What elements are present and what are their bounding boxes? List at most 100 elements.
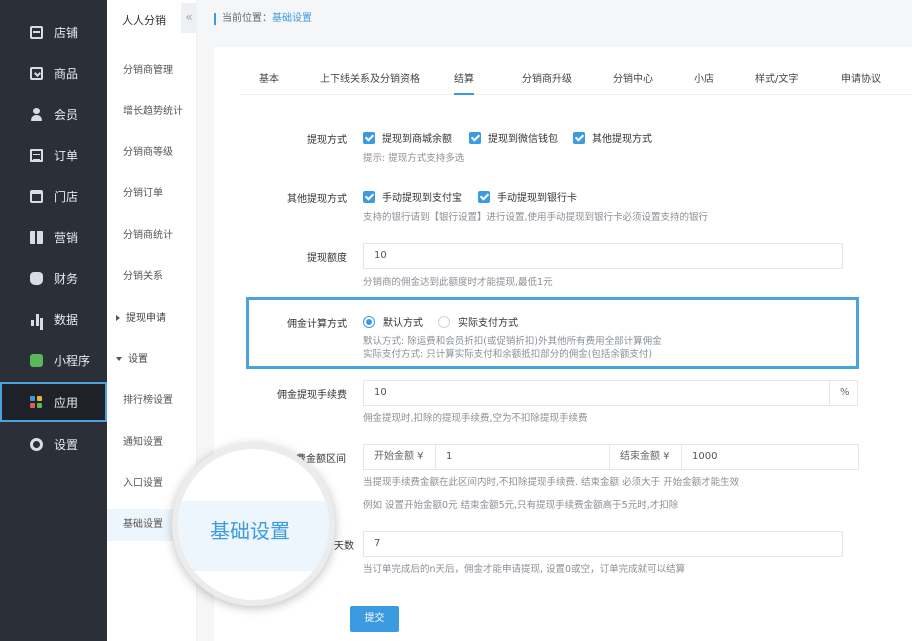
fee-range-hint: 当提现手续费金额在此区间内时,不扣除提现手续费. 结束金额 必须大于 开始金额才… (363, 477, 740, 488)
caret-right-icon (116, 315, 120, 321)
breadcrumb: 当前位置：基础设置 (214, 13, 312, 25)
submit-button[interactable]: 提交 (350, 606, 399, 632)
fee-range-example: 例如 设置开始金额0元 结束金额5元,只有提现手续费金额高于5元时,才扣除 (363, 500, 679, 511)
withdraw-to-balance-checkbox[interactable]: 提现到商城余额 (363, 130, 452, 145)
tab-basic[interactable]: 基本 (259, 67, 279, 95)
breadcrumb-current[interactable]: 基础设置 (272, 13, 312, 24)
nav-item-label: 财务 (54, 271, 79, 286)
nav-item-label: 店铺 (54, 25, 79, 40)
withdraw-limit-input[interactable]: 10 (363, 243, 843, 269)
tab-agreement[interactable]: 申请协议 (841, 67, 881, 95)
sub-item-distributor-manage[interactable]: 分销商管理 (107, 55, 197, 87)
withdraw-to-wechat-checkbox[interactable]: 提现到微信钱包 (469, 130, 558, 145)
actual-payment-radio[interactable]: 实际支付方式 (438, 314, 518, 329)
manual-alipay-checkbox[interactable]: 手动提现到支付宝 (363, 189, 462, 204)
withdraw-fee-input[interactable]: 10 (363, 380, 830, 406)
sub-item-distributor-stats[interactable]: 分销商统计 (107, 220, 197, 252)
sub-item-distributor-level[interactable]: 分销商等级 (107, 137, 197, 169)
checkbox-checked-icon (573, 131, 585, 144)
sub-item-distribution-relations[interactable]: 分销关系 (107, 261, 197, 293)
radio-selected-icon (363, 315, 375, 328)
nav-item-label: 小程序 (54, 353, 91, 368)
member-icon (30, 107, 43, 121)
settle-days-label: 天数 (334, 541, 354, 552)
tab-relations[interactable]: 上下线关系及分销资格 (320, 67, 420, 95)
checkbox-checked-icon (478, 190, 490, 203)
nav-item-label: 门店 (54, 189, 79, 204)
nav-item-apps[interactable]: 应用 (0, 382, 107, 422)
sub-item-ranking-settings[interactable]: 排行榜设置 (107, 385, 197, 417)
withdraw-fee-label: 佣金提现手续费 (277, 390, 347, 401)
checkbox-label: 其他提现方式 (592, 134, 652, 145)
collapse-sidebar-button[interactable]: « (181, 3, 197, 33)
sub-group-label: 设置 (128, 354, 148, 365)
checkbox-checked-icon (363, 131, 375, 144)
nav-item-label: 数据 (54, 312, 79, 327)
start-amount-addon: 开始金额 ¥ (363, 444, 436, 470)
withdraw-limit-hint: 分销商的佣金达到此额度时才能提现,最低1元 (363, 277, 553, 288)
nav-item-marketing[interactable]: 营销 (0, 217, 107, 257)
main-sidebar: 店铺 商品 会员 订单 门店 营销 财务 数据 小程序 应用 设置 (0, 0, 107, 641)
nav-item-label: 营销 (54, 230, 79, 245)
caret-down-icon (116, 357, 122, 361)
nav-item-data[interactable]: 数据 (0, 299, 107, 339)
nav-item-label: 会员 (54, 107, 79, 122)
nav-item-label: 应用 (54, 395, 79, 410)
commission-calc-hint-default: 默认方式: 除运费和会员折扣(或促销折扣)外其他所有费用全部计算佣金 (363, 336, 662, 347)
tab-settlement[interactable]: 结算 (454, 67, 474, 95)
checkbox-label: 手动提现到银行卡 (497, 193, 577, 204)
default-method-radio[interactable]: 默认方式 (363, 314, 423, 329)
nav-item-shop[interactable]: 门店 (0, 176, 107, 216)
other-method-label: 其他提现方式 (287, 194, 347, 205)
apps-grid-icon (30, 395, 43, 409)
nav-item-order[interactable]: 订单 (0, 135, 107, 175)
tab-style[interactable]: 样式/文字 (755, 67, 798, 95)
settle-days-hint: 当订单完成后的n天后，佣金才能申请提现, 设置0或空，订单完成就可以结算 (363, 564, 686, 575)
order-icon (30, 148, 43, 162)
sub-sidebar-title: 人人分销 (122, 14, 166, 27)
other-method-hint: 支持的银行请到【银行设置】进行设置,使用手动提现到银行卡必须设置支持的银行 (363, 212, 709, 223)
shop-icon (30, 189, 43, 203)
manual-bank-checkbox[interactable]: 手动提现到银行卡 (478, 189, 577, 204)
mini-program-icon (30, 353, 43, 367)
radio-unselected-icon (438, 315, 450, 328)
bar-chart-icon (30, 313, 43, 326)
nav-item-mini-program[interactable]: 小程序 (0, 340, 107, 380)
percent-addon: % (829, 380, 858, 406)
sub-item-notice-settings[interactable]: 通知设置 (107, 427, 197, 459)
nav-item-settings[interactable]: 设置 (0, 424, 107, 464)
end-amount-addon: 结束金额 ¥ (609, 444, 682, 470)
sub-group-label: 提现申请 (126, 313, 166, 324)
tab-bar: 基本 上下线关系及分销资格 结算 分销商升级 分销中心 小店 样式/文字 申请协… (241, 67, 912, 95)
money-bag-icon (30, 271, 43, 285)
tab-center[interactable]: 分销中心 (613, 67, 653, 95)
magnifier-text: 基础设置 (210, 519, 290, 543)
radio-label: 默认方式 (383, 318, 423, 329)
nav-item-finance[interactable]: 财务 (0, 258, 107, 298)
gift-icon (30, 230, 43, 244)
tab-upgrade[interactable]: 分销商升级 (522, 67, 572, 95)
nav-item-store[interactable]: 店铺 (0, 12, 107, 52)
nav-item-label: 设置 (54, 437, 79, 452)
nav-item-label: 订单 (54, 148, 79, 163)
sub-group-settings[interactable]: 设置 (107, 344, 197, 376)
checkbox-label: 手动提现到支付宝 (382, 193, 462, 204)
end-amount-input[interactable]: 1000 (681, 444, 859, 470)
withdraw-other-checkbox[interactable]: 其他提现方式 (573, 130, 652, 145)
sub-group-withdraw-requests[interactable]: 提现申请 (107, 303, 197, 335)
settle-days-input[interactable]: 7 (363, 531, 843, 557)
checkbox-checked-icon (363, 190, 375, 203)
sub-item-growth-stats[interactable]: 增长趋势统计 (107, 96, 197, 128)
goods-icon (30, 66, 43, 80)
radio-label: 实际支付方式 (458, 318, 518, 329)
tab-shop[interactable]: 小店 (694, 67, 714, 95)
sub-item-distribution-orders[interactable]: 分销订单 (107, 178, 197, 210)
magnifier-callout: 基础设置 (172, 443, 335, 606)
nav-item-goods[interactable]: 商品 (0, 53, 107, 93)
nav-item-member[interactable]: 会员 (0, 94, 107, 134)
start-amount-input[interactable]: 1 (435, 444, 610, 470)
nav-item-label: 商品 (54, 66, 79, 81)
breadcrumb-prefix: 当前位置： (222, 13, 272, 24)
commission-calc-label: 佣金计算方式 (287, 319, 347, 330)
withdraw-method-hint: 提示: 提现方式支持多选 (363, 153, 465, 164)
